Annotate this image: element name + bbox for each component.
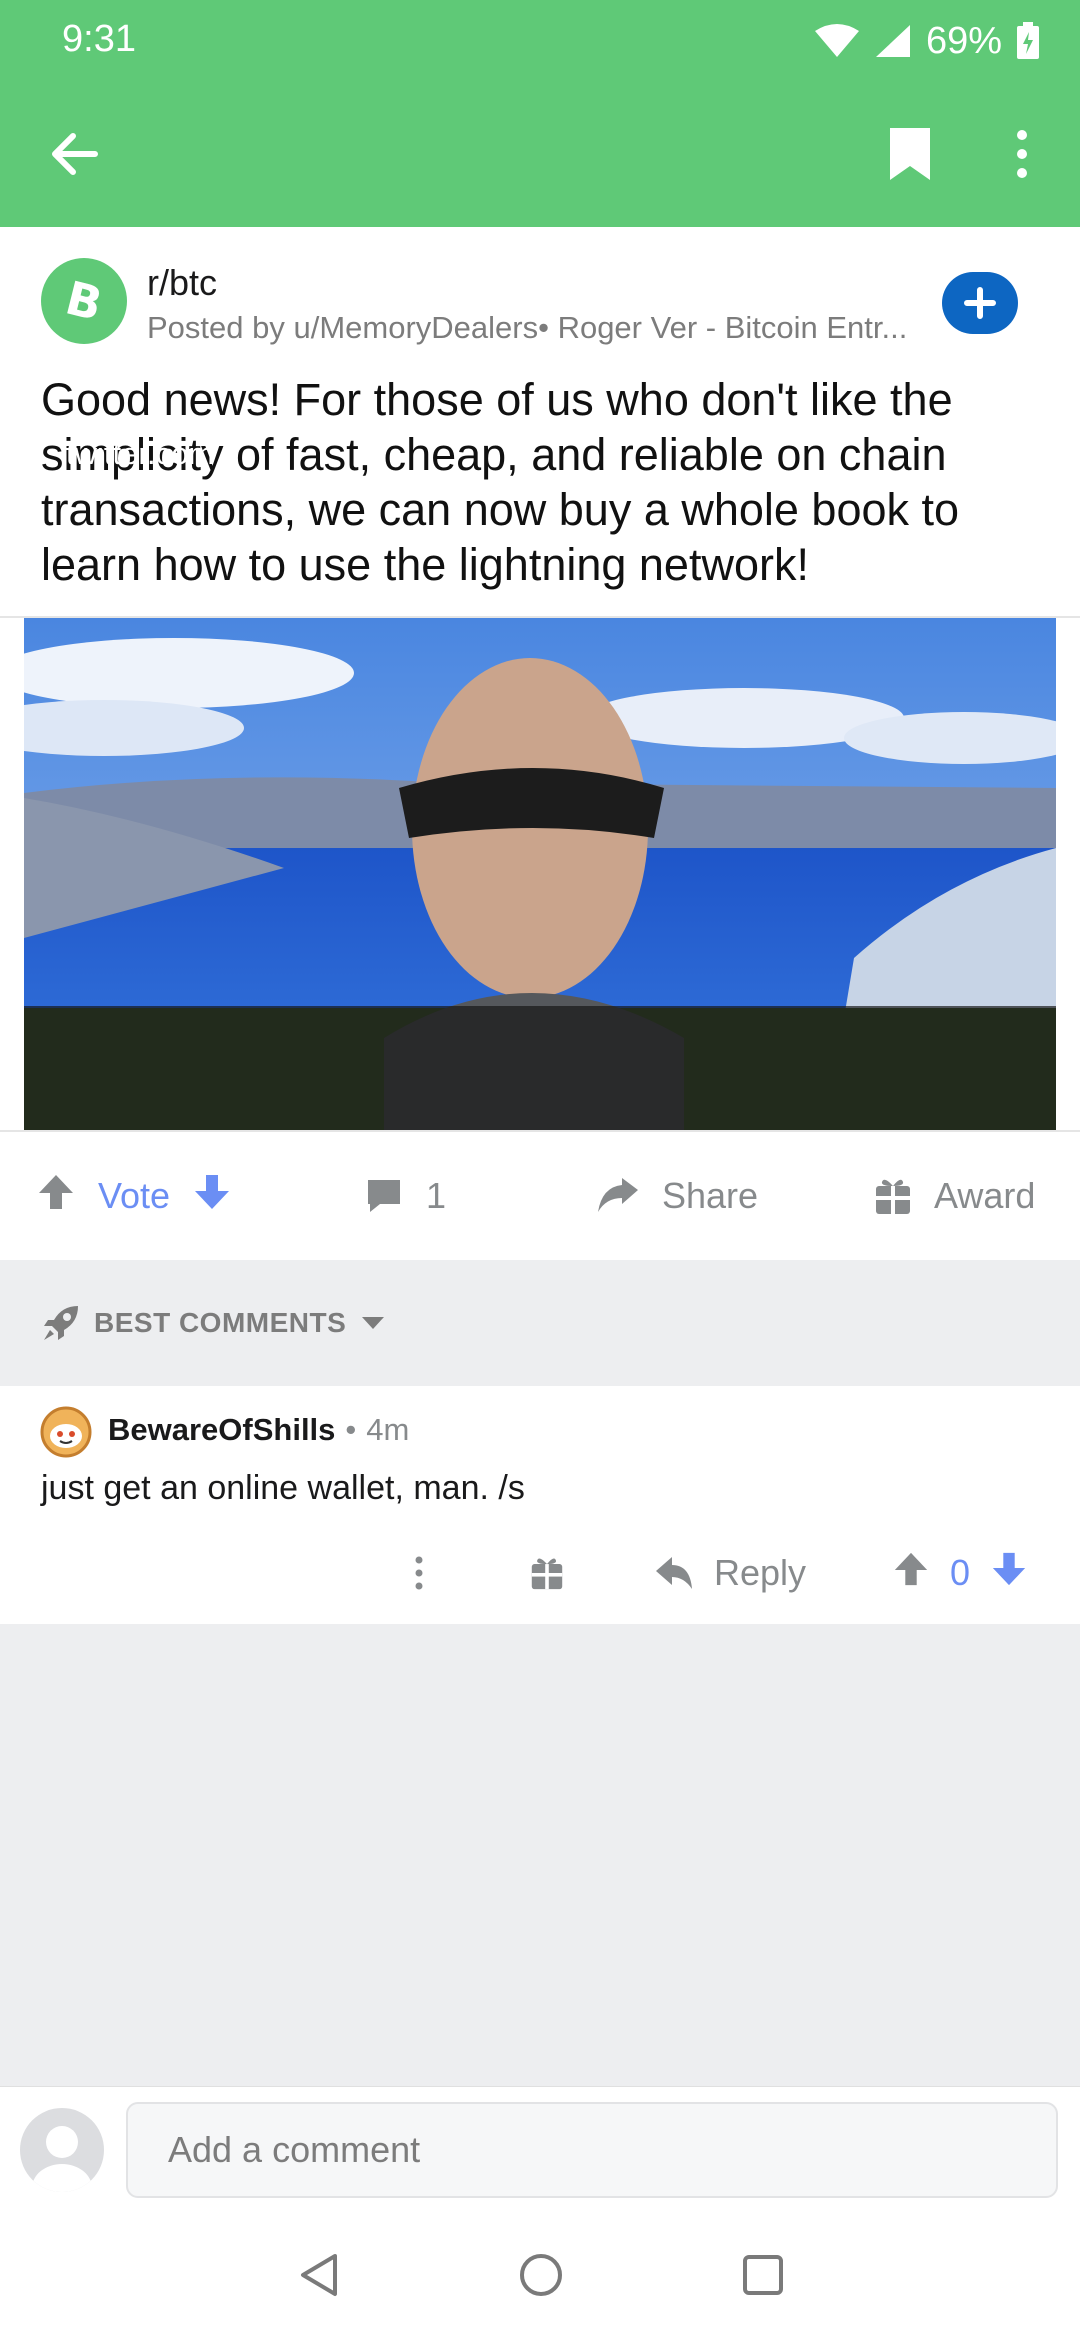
- comment-vote-group: 0: [892, 1540, 1028, 1606]
- snoo-avatar-icon: [40, 1406, 92, 1458]
- reply-label: Reply: [714, 1552, 807, 1593]
- comment-sort-bar: BEST COMMENTS: [0, 1260, 1080, 1386]
- comment-downvote-button[interactable]: [990, 1550, 1028, 1597]
- arrow-left-icon: [52, 133, 98, 175]
- nav-back-button[interactable]: [294, 2250, 344, 2300]
- bookmark-icon: [890, 128, 930, 180]
- arrow-up-icon: [39, 1174, 73, 1209]
- comments-button[interactable]: 1: [364, 1132, 446, 1260]
- more-options-button[interactable]: [1000, 120, 1044, 188]
- posted-by[interactable]: Posted by u/MemoryDealers• Roger Ver - B…: [147, 310, 927, 346]
- caret-down-icon: [362, 1317, 385, 1329]
- comment-avatar[interactable]: [40, 1406, 92, 1458]
- share-icon: [598, 1178, 638, 1212]
- subreddit-avatar[interactable]: B: [41, 258, 127, 344]
- comment-award-button[interactable]: [530, 1540, 564, 1606]
- link-card[interactable]: [0, 616, 1080, 1132]
- add-comment-input[interactable]: Add a comment: [126, 2102, 1058, 2198]
- subreddit-name[interactable]: r/btc: [147, 262, 217, 304]
- bookmark-button[interactable]: [880, 120, 940, 188]
- rocket-icon: [44, 1306, 78, 1340]
- share-label: Share: [662, 1175, 759, 1216]
- comment-age: 4m: [366, 1412, 410, 1447]
- post-title[interactable]: Good news! For those of us who don't lik…: [41, 372, 1051, 592]
- user-silhouette-icon: [32, 2126, 92, 2192]
- status-time: 9:31: [62, 18, 136, 60]
- link-domain[interactable]: twitter.com: [66, 436, 214, 472]
- user-avatar[interactable]: [20, 2108, 104, 2192]
- circle-home-icon: [520, 2254, 562, 2296]
- comment-score: 0: [950, 1552, 971, 1593]
- arrow-down-icon: [992, 1552, 1026, 1585]
- nav-home-button[interactable]: [516, 2250, 566, 2300]
- gift-icon: [876, 1179, 910, 1214]
- back-button[interactable]: [40, 120, 108, 188]
- upvote-button[interactable]: [36, 1172, 76, 1221]
- battery-icon: [1016, 22, 1040, 60]
- arrow-up-icon: [894, 1552, 928, 1585]
- signal-icon: [874, 23, 912, 59]
- join-button[interactable]: [942, 272, 1018, 334]
- bitcoin-icon: B: [60, 273, 107, 329]
- comment-separator: •: [345, 1412, 357, 1447]
- arrow-down-icon: [195, 1174, 230, 1209]
- comments-empty-area: [0, 1624, 1080, 2086]
- reply-button[interactable]: Reply: [654, 1540, 806, 1606]
- comment-meta: BewareOfShills • 4m: [108, 1412, 409, 1448]
- more-vertical-icon: [415, 1556, 423, 1590]
- comment-body[interactable]: just get an online wallet, man. /s: [41, 1469, 525, 1508]
- comment-icon: [368, 1180, 400, 1212]
- svg-text:B: B: [60, 273, 107, 329]
- comment-count: 1: [426, 1175, 447, 1216]
- gift-icon: [531, 1558, 563, 1590]
- triangle-back-icon: [301, 2254, 337, 2296]
- comment-author[interactable]: BewareOfShills: [108, 1412, 335, 1448]
- wifi-icon: [814, 23, 860, 59]
- sort-label: BEST COMMENTS: [94, 1307, 347, 1338]
- vote-label: Vote: [98, 1175, 171, 1216]
- status-indicators: 69%: [814, 16, 1040, 66]
- square-recents-icon: [743, 2255, 783, 2295]
- award-label: Award: [934, 1175, 1036, 1216]
- reply-icon: [656, 1557, 692, 1589]
- plus-icon: [964, 287, 996, 319]
- vote-group: Vote: [36, 1132, 232, 1260]
- more-vertical-icon: [1017, 130, 1027, 178]
- open-external-button[interactable]: [982, 434, 1022, 474]
- comment-more-button[interactable]: [414, 1540, 424, 1606]
- downvote-button[interactable]: [192, 1172, 232, 1221]
- sort-selector[interactable]: BEST COMMENTS: [42, 1260, 386, 1386]
- battery-percent: 69%: [925, 19, 1002, 62]
- comment-actions: Reply 0: [0, 1540, 1080, 1606]
- post-actions: Vote 1 Share Award: [0, 1132, 1080, 1260]
- nav-recents-button[interactable]: [738, 2250, 788, 2300]
- link-caption-bar: [24, 1006, 1056, 1130]
- comment-upvote-button[interactable]: [892, 1550, 930, 1597]
- share-button[interactable]: Share: [596, 1132, 758, 1260]
- award-button[interactable]: Award: [874, 1132, 1035, 1260]
- external-link-icon: [987, 438, 1018, 469]
